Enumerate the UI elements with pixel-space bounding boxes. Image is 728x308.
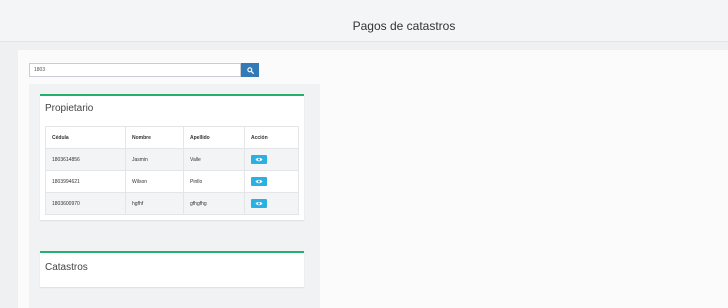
search-bar xyxy=(29,63,259,77)
search-icon xyxy=(246,66,254,74)
table-header-row: Cédula Nombre Apellido Acción xyxy=(45,126,299,149)
cell-cedula: 1803994621 xyxy=(45,170,126,193)
cell-nombre: Jasmin xyxy=(125,148,184,171)
cell-accion xyxy=(244,170,299,193)
column-header-apellido: Apellido xyxy=(183,126,245,149)
eye-icon xyxy=(255,179,263,184)
propietario-table: Cédula Nombre Apellido Acción 1803614856… xyxy=(45,126,299,215)
cell-accion xyxy=(244,148,299,171)
eye-icon xyxy=(255,157,263,162)
cell-apellido: Pinllo xyxy=(183,170,245,193)
cell-nombre: hgfhf xyxy=(125,192,184,215)
cell-cedula: 1803614856 xyxy=(45,148,126,171)
catastros-title: Catastros xyxy=(45,262,88,273)
cell-apellido: gfhgfhg xyxy=(183,192,245,215)
view-button[interactable] xyxy=(251,199,267,208)
top-bar: Pagos de catastros xyxy=(0,0,728,42)
cell-cedula: 1803600970 xyxy=(45,192,126,215)
propietario-title: Propietario xyxy=(45,103,94,114)
cell-accion xyxy=(244,192,299,215)
propietario-box: Propietario Cédula Nombre Apellido Acció… xyxy=(40,94,304,220)
eye-icon xyxy=(255,201,263,206)
catastros-box: Catastros xyxy=(40,251,304,287)
view-button[interactable] xyxy=(251,177,267,186)
cell-apellido: Valle xyxy=(183,148,245,171)
table-row: 1803614856 Jasmin Valle xyxy=(45,148,299,171)
search-button[interactable] xyxy=(241,63,259,77)
cell-nombre: Wilson xyxy=(125,170,184,193)
column-header-accion: Acción xyxy=(244,126,299,149)
column-header-nombre: Nombre xyxy=(125,126,184,149)
table-row: 1803600970 hgfhf gfhgfhg xyxy=(45,192,299,215)
table-row: 1803994621 Wilson Pinllo xyxy=(45,170,299,193)
view-button[interactable] xyxy=(251,155,267,164)
column-header-cedula: Cédula xyxy=(45,126,126,149)
search-input[interactable] xyxy=(29,63,241,77)
page-title: Pagos de catastros xyxy=(352,19,456,33)
